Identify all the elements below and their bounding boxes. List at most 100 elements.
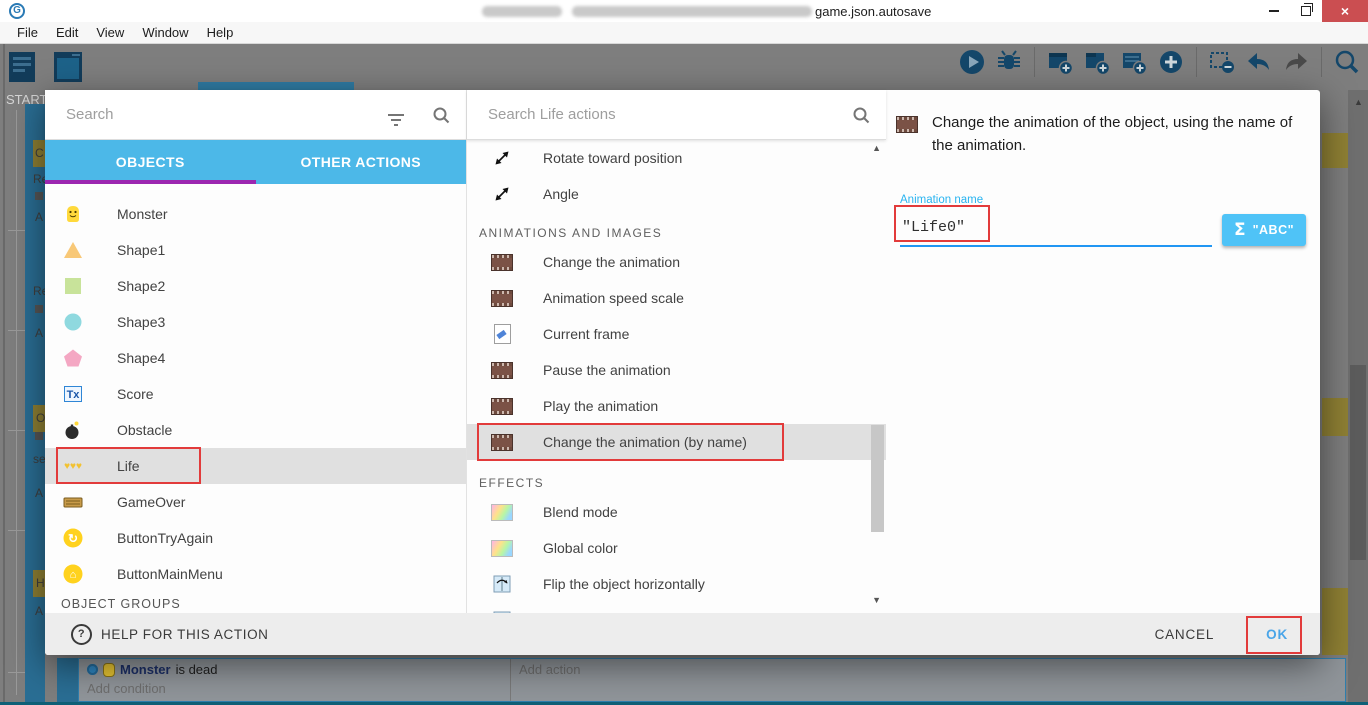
section-header: EFFECTS	[467, 460, 886, 494]
add-event-icon[interactable]	[1045, 47, 1075, 77]
objects-panel: OBJECTS OTHER ACTIONS Monster Shape1 Sha…	[45, 90, 466, 613]
add-subevent-icon[interactable]	[1082, 47, 1112, 77]
object-label: Life	[117, 458, 140, 474]
event-indent-bar	[25, 655, 45, 702]
text-object-icon: Tx	[61, 382, 85, 406]
object-label: GameOver	[117, 494, 185, 510]
close-button[interactable]: ×	[1322, 0, 1368, 22]
search-icon[interactable]	[432, 106, 450, 124]
action-item[interactable]: Change the animation	[467, 244, 886, 280]
actions-scrollbar-thumb[interactable]	[871, 425, 884, 532]
object-item-score[interactable]: Tx Score	[45, 376, 466, 412]
tab-other-actions[interactable]: OTHER ACTIONS	[256, 140, 467, 184]
action-item[interactable]: Blend mode	[467, 494, 886, 530]
event-row[interactable]: Monster is dead Add condition Add action	[78, 658, 1346, 702]
scene-editor-icon[interactable]	[51, 49, 88, 86]
undo-icon[interactable]	[1244, 47, 1274, 77]
scroll-up-icon[interactable]: ▲	[1354, 97, 1363, 107]
action-item[interactable]: Current frame	[467, 316, 886, 352]
minimize-button[interactable]	[1258, 0, 1290, 22]
retry-button-icon: ↻	[61, 526, 85, 550]
object-item-shape4[interactable]: Shape4	[45, 340, 466, 376]
animation-name-label: Animation name	[900, 194, 1320, 206]
actions-search-input[interactable]	[467, 106, 852, 123]
object-item-shape2[interactable]: Shape2	[45, 268, 466, 304]
rainbow-icon	[491, 501, 513, 523]
menu-window[interactable]: Window	[133, 25, 197, 40]
tree-tick	[8, 530, 25, 531]
search-icon[interactable]	[1332, 47, 1362, 77]
object-label: Shape4	[117, 350, 165, 366]
play-icon[interactable]	[957, 47, 987, 77]
menu-help[interactable]: Help	[198, 25, 243, 40]
action-item[interactable]: Pause the animation	[467, 352, 886, 388]
remove-event-icon[interactable]	[1207, 47, 1237, 77]
add-circle-icon[interactable]	[1156, 47, 1186, 77]
expression-builder-button[interactable]: Σ "ABC"	[1222, 214, 1306, 246]
add-condition-link[interactable]: Add condition	[87, 681, 510, 696]
event-indent-bar	[57, 658, 78, 702]
help-for-this-action-link[interactable]: ? HELP FOR THIS ACTION	[71, 624, 269, 645]
action-item[interactable]: Play the animation	[467, 388, 886, 424]
object-label: Shape3	[117, 314, 165, 330]
filter-icon[interactable]	[388, 114, 404, 116]
action-item[interactable]: Global color	[467, 530, 886, 566]
event-condition-text: is dead	[176, 662, 218, 677]
object-item-life[interactable]: ♥♥♥ Life	[45, 448, 466, 484]
action-item[interactable]: Animation speed scale	[467, 280, 886, 316]
object-item-gameover[interactable]: GameOver	[45, 484, 466, 520]
minimize-icon	[1269, 10, 1279, 12]
gameover-sign-icon	[61, 490, 85, 514]
animation-name-field[interactable]: "Life0"	[900, 214, 1212, 247]
bomb-icon	[61, 418, 85, 442]
object-item-shape3[interactable]: Shape3	[45, 304, 466, 340]
debug-icon[interactable]	[994, 47, 1024, 77]
ok-button[interactable]: OK	[1260, 626, 1294, 643]
menu-file[interactable]: File	[8, 25, 47, 40]
object-label: ButtonMainMenu	[117, 566, 223, 582]
instruction-editor-dialog: OBJECTS OTHER ACTIONS Monster Shape1 Sha…	[45, 90, 1320, 655]
action-item-change-animation-by-name[interactable]: Change the animation (by name)	[467, 424, 886, 460]
search-icon[interactable]	[852, 106, 870, 124]
object-item-monster[interactable]: Monster	[45, 196, 466, 232]
menu-view[interactable]: View	[87, 25, 133, 40]
comment-block	[1322, 398, 1348, 436]
gdevelop-logo: G	[9, 3, 25, 19]
restore-icon	[1301, 6, 1311, 16]
objects-search-input[interactable]	[45, 106, 388, 123]
active-tab-indicator	[198, 82, 354, 90]
action-item[interactable]: Rotate toward position	[467, 140, 886, 176]
sigma-icon: Σ	[1234, 220, 1246, 240]
object-item-shape1[interactable]: Shape1	[45, 232, 466, 268]
event-mini-icon	[35, 305, 43, 313]
object-item-buttontryagain[interactable]: ↻ ButtonTryAgain	[45, 520, 466, 556]
event-object-name: Monster	[120, 662, 171, 677]
hearts-icon: ♥♥♥	[61, 454, 85, 478]
add-action-link[interactable]: Add action	[519, 662, 1345, 677]
restore-button[interactable]	[1290, 0, 1322, 22]
object-item-buttonmainmenu[interactable]: ⌂ ButtonMainMenu	[45, 556, 466, 592]
project-manager-icon[interactable]	[6, 49, 43, 86]
diagonal-arrows-icon	[491, 147, 513, 169]
menu-edit[interactable]: Edit	[47, 25, 87, 40]
scroll-up-icon[interactable]: ▲	[872, 143, 881, 153]
events-scrollbar-thumb[interactable]	[1350, 365, 1366, 560]
object-label: Score	[117, 386, 154, 402]
object-label: Monster	[117, 206, 168, 222]
tab-objects[interactable]: OBJECTS	[45, 140, 256, 184]
actions-list: Rotate toward position Angle ANIMATIONS …	[467, 140, 886, 614]
add-comment-icon[interactable]	[1119, 47, 1149, 77]
section-header: ANIMATIONS AND IMAGES	[467, 212, 886, 244]
cancel-button[interactable]: CANCEL	[1149, 626, 1221, 643]
objects-tabs: OBJECTS OTHER ACTIONS	[45, 140, 466, 184]
scroll-down-icon[interactable]: ▼	[872, 595, 881, 605]
objects-list: Monster Shape1 Shape2 Shape3 Shape4	[45, 184, 466, 626]
action-item[interactable]: Flip the object horizontally	[467, 566, 886, 602]
monster-mini-icon	[103, 663, 115, 677]
object-item-obstacle[interactable]: Obstacle	[45, 412, 466, 448]
redo-icon[interactable]	[1281, 47, 1311, 77]
action-item[interactable]: Angle	[467, 176, 886, 212]
objects-search-bar	[45, 90, 466, 140]
event-mini-icon	[35, 432, 43, 440]
object-label: Shape2	[117, 278, 165, 294]
